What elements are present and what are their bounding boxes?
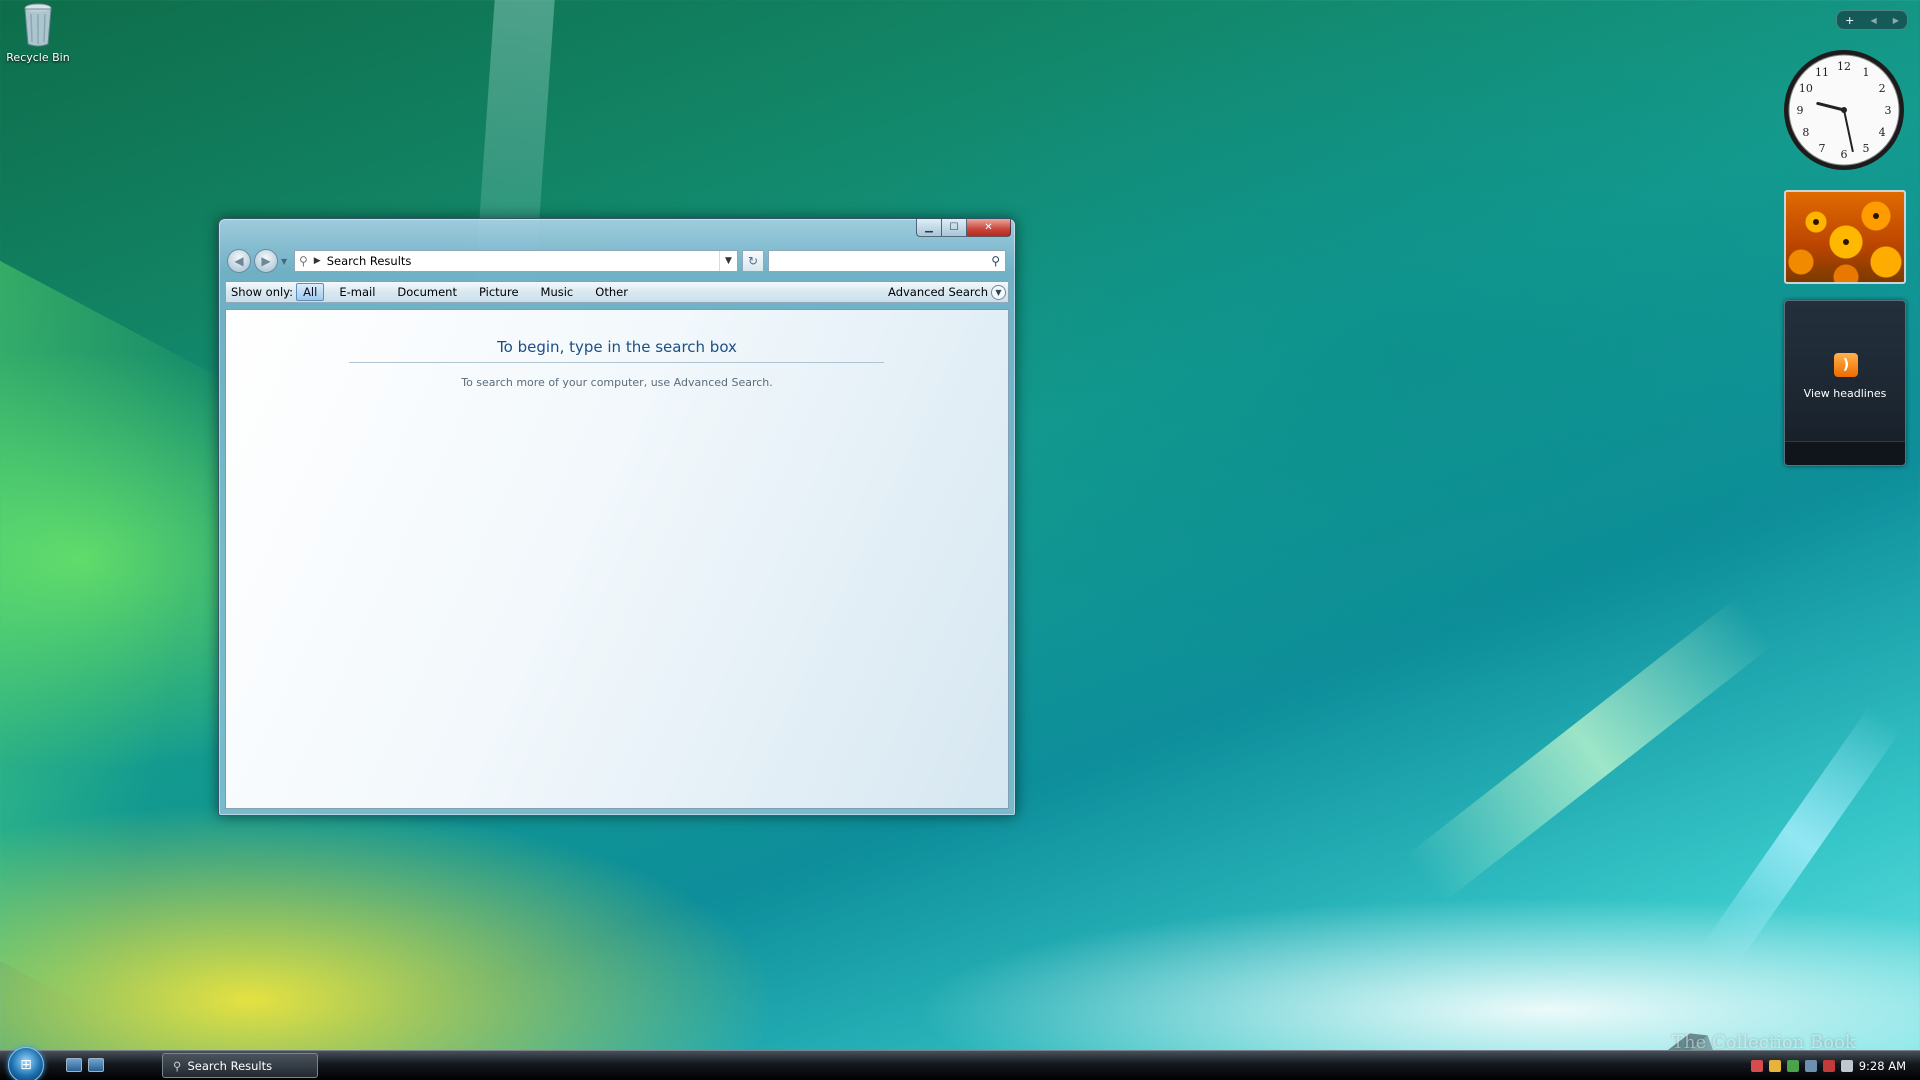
clock-numeral: 8 <box>1802 126 1809 139</box>
recent-pages-dropdown[interactable]: ▼ <box>281 257 291 266</box>
clock-gadget[interactable]: 12 12 3 45 6 78 9 1011 <box>1782 48 1906 172</box>
security-alert-icon[interactable] <box>1750 1060 1763 1072</box>
empty-results-hint: To search more of your computer, use Adv… <box>461 376 773 389</box>
add-gadget-icon[interactable]: + <box>1845 14 1854 27</box>
clock-numeral: 5 <box>1863 142 1870 155</box>
previous-gadgets-icon[interactable]: ◀ <box>1870 16 1876 25</box>
clock-numeral: 1 <box>1863 66 1870 79</box>
forward-arrow-icon: ▶ <box>261 254 271 268</box>
search-icon[interactable]: ⚲ <box>991 254 1000 268</box>
volume-icon[interactable] <box>1840 1060 1853 1072</box>
minimize-button[interactable]: ▁ <box>916 219 942 237</box>
navigation-bar: ◀ ▶ ▼ ⚲ ▶ Search Results ▼ ↻ ⚲ <box>227 249 1007 273</box>
address-bar[interactable]: ⚲ ▶ Search Results ▼ <box>294 250 738 272</box>
search-input[interactable] <box>769 252 992 270</box>
clock-numeral: 3 <box>1885 104 1892 117</box>
search-folder-icon: ⚲ <box>299 254 308 268</box>
chevron-down-icon: ▼ <box>725 256 732 266</box>
breadcrumb-search-results[interactable]: Search Results <box>327 254 412 268</box>
back-button[interactable]: ◀ <box>227 249 251 273</box>
show-only-label: Show only: <box>231 285 294 299</box>
filter-music[interactable]: Music <box>534 283 581 301</box>
search-results-window[interactable]: ▁ ☐ ✕ ◀ ▶ ▼ ⚲ ▶ Search Results ▼ ↻ ⚲ Sho… <box>218 218 1016 816</box>
chevron-down-icon: ▼ <box>991 284 1006 300</box>
clock-numeral: 12 <box>1837 60 1851 73</box>
chevron-down-icon: ▼ <box>281 256 288 266</box>
refresh-button[interactable]: ↻ <box>742 250 764 272</box>
close-button[interactable]: ✕ <box>967 219 1011 237</box>
caption-buttons: ▁ ☐ ✕ <box>916 219 1011 237</box>
start-button[interactable]: ⊞ <box>8 1047 44 1080</box>
back-arrow-icon: ◀ <box>234 254 244 268</box>
feed-footer <box>1785 441 1905 465</box>
show-desktop-icon[interactable] <box>66 1058 82 1072</box>
taskbar: ⊞ ⚲ Search Results 9:28 AM <box>0 1047 1920 1080</box>
network-icon[interactable] <box>1804 1060 1817 1072</box>
minimize-icon: ▁ <box>925 222 933 233</box>
switch-windows-icon[interactable] <box>88 1058 104 1072</box>
empty-results-heading: To begin, type in the search box <box>497 338 737 356</box>
filter-all[interactable]: All <box>296 283 325 301</box>
clock-numeral: 10 <box>1799 82 1813 95</box>
windows-logo-icon: ⊞ <box>20 1057 32 1073</box>
search-icon: ⚲ <box>173 1058 182 1073</box>
recycle-bin-label: Recycle Bin <box>6 51 70 64</box>
clock-numeral: 2 <box>1879 82 1886 95</box>
search-box[interactable]: ⚲ <box>768 250 1006 272</box>
address-dropdown-button[interactable]: ▼ <box>719 251 737 271</box>
filter-other[interactable]: Other <box>588 283 635 301</box>
filter-picture[interactable]: Picture <box>472 283 526 301</box>
results-pane[interactable]: To begin, type in the search box To sear… <box>225 309 1009 809</box>
filter-email[interactable]: E-mail <box>332 283 382 301</box>
recycle-bin[interactable]: Recycle Bin <box>4 2 72 64</box>
update-icon[interactable] <box>1786 1060 1799 1072</box>
slideshow-gadget[interactable] <box>1784 190 1906 284</box>
taskbar-button-search-results[interactable]: ⚲ Search Results <box>162 1053 318 1078</box>
clock-numeral: 6 <box>1841 148 1848 161</box>
clock-numeral: 9 <box>1797 104 1804 117</box>
filter-document[interactable]: Document <box>390 283 464 301</box>
breadcrumb-arrow-icon[interactable]: ▶ <box>314 256 321 266</box>
next-gadgets-icon[interactable]: ▶ <box>1893 16 1899 25</box>
taskbar-clock[interactable]: 9:28 AM <box>1859 1059 1906 1073</box>
rss-feed-icon: ) <box>1834 353 1858 377</box>
taskbar-button-label: Search Results <box>187 1058 273 1073</box>
feed-headlines-gadget[interactable]: ) View headlines <box>1784 300 1906 466</box>
maximize-icon: ☐ <box>949 222 959 233</box>
divider <box>349 362 884 363</box>
advanced-search-button[interactable]: Advanced Search ▼ <box>888 284 1008 300</box>
sidebar-controls: + ◀ ▶ <box>1836 10 1908 30</box>
advanced-search-label: Advanced Search <box>888 285 988 299</box>
forward-button[interactable]: ▶ <box>254 249 278 273</box>
refresh-icon: ↻ <box>747 254 759 268</box>
show-only-filter-bar: Show only: All E-mail Document Picture M… <box>225 281 1009 303</box>
recycle-bin-icon <box>24 3 52 47</box>
close-icon: ✕ <box>984 222 993 233</box>
notification-area: 9:28 AM <box>1750 1051 1906 1080</box>
shield-icon[interactable] <box>1768 1060 1781 1072</box>
maximize-button[interactable]: ☐ <box>942 219 967 237</box>
clock-numeral: 7 <box>1819 142 1826 155</box>
power-icon[interactable] <box>1822 1060 1835 1072</box>
view-headlines-link[interactable]: View headlines <box>1785 387 1905 400</box>
clock-numeral: 4 <box>1879 126 1886 139</box>
clock-numeral: 11 <box>1815 66 1829 79</box>
